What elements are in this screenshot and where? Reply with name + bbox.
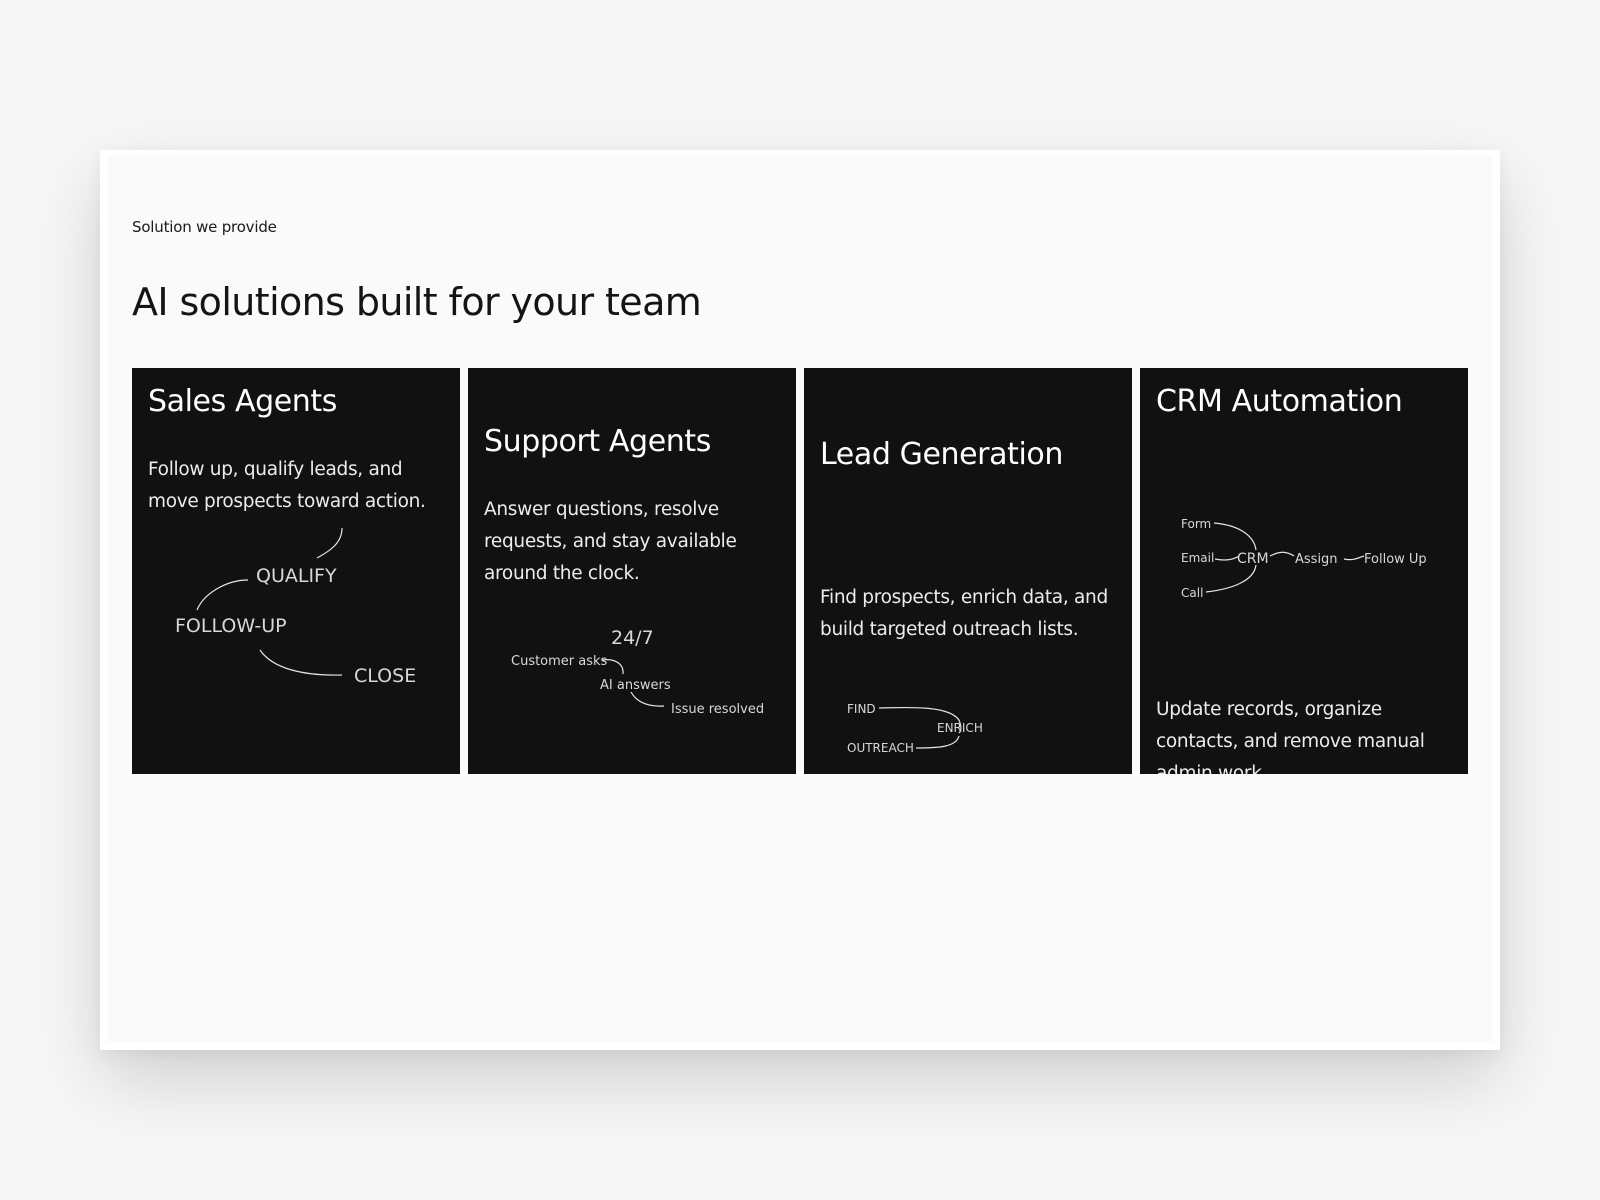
section-headline: AI solutions built for your team <box>132 280 702 324</box>
diagram-step-enrich: ENRICH <box>937 721 983 735</box>
diagram-node-close: CLOSE <box>354 665 416 687</box>
diagram-badge-24-7: 24/7 <box>611 627 654 649</box>
diagram-step-customer-asks: Customer asks <box>511 654 608 669</box>
browser-frame: Solution we provide AI solutions built f… <box>100 150 1500 1050</box>
crm-flow-diagram: Form Email Call CRM Assign Follow Up <box>1181 517 1427 600</box>
diagram-step-outreach: OUTREACH <box>847 741 914 755</box>
leadgen-flow-diagram: FIND ENRICH OUTREACH <box>847 702 983 755</box>
diagram-node-qualify: QUALIFY <box>256 565 337 587</box>
connector-line <box>630 691 665 707</box>
connector-line <box>1214 555 1240 561</box>
diagram-flow-assign: Assign <box>1295 552 1338 567</box>
connector-line <box>1205 564 1257 593</box>
card-sales-agents[interactable]: Sales Agents Follow up, qualify leads, a… <box>132 368 460 774</box>
diagram-hub-crm: CRM <box>1237 551 1269 567</box>
diagram-input-call: Call <box>1181 586 1203 600</box>
diagram-step-find: FIND <box>847 702 876 716</box>
connector-line <box>915 735 960 749</box>
connector-line <box>196 579 249 611</box>
solutions-section: Solution we provide AI solutions built f… <box>108 156 1492 1042</box>
diagram-step-ai-answers: AI answers <box>600 678 671 693</box>
connector-line <box>316 527 343 559</box>
connector-line <box>259 649 343 676</box>
diagram-flow-follow-up: Follow Up <box>1364 552 1427 567</box>
card-lead-generation[interactable]: Lead Generation Find prospects, enrich d… <box>804 368 1132 774</box>
connector-line <box>1343 555 1365 561</box>
connector-line <box>1269 551 1295 557</box>
diagram-step-issue-resolved: Issue resolved <box>671 702 764 717</box>
diagram-input-form: Form <box>1181 517 1211 531</box>
card-support-agents[interactable]: Support Agents Answer questions, resolve… <box>468 368 796 774</box>
sales-flow-diagram: QUALIFY FOLLOW-UP CLOSE <box>175 527 416 687</box>
card-crm-automation[interactable]: CRM Automation Update records, organize … <box>1140 368 1468 774</box>
section-eyebrow: Solution we provide <box>132 218 277 236</box>
connector-line <box>1213 522 1257 551</box>
diagram-input-email: Email <box>1181 551 1214 565</box>
support-flow-diagram: 24/7 Customer asks AI answers Issue reso… <box>511 627 764 717</box>
diagram-node-follow-up: FOLLOW-UP <box>175 615 287 637</box>
